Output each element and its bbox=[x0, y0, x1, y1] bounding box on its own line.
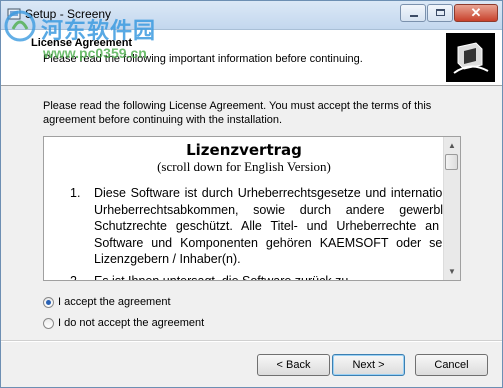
instructions-text: Please read the following License Agreem… bbox=[43, 100, 432, 126]
maximize-button[interactable] bbox=[427, 4, 453, 22]
footer-divider bbox=[1, 340, 502, 342]
setup-window: Setup - Screeny ✕ License Agreement Plea… bbox=[0, 0, 503, 388]
license-scrollbar[interactable]: ▲ ▼ bbox=[443, 137, 460, 280]
accept-radio[interactable] bbox=[43, 296, 54, 308]
setup-app-icon bbox=[7, 8, 21, 20]
wizard-header: License Agreement Please read the follow… bbox=[1, 30, 502, 86]
back-button[interactable]: < Back bbox=[257, 354, 330, 376]
window-controls: ✕ bbox=[400, 4, 498, 24]
close-icon: ✕ bbox=[470, 5, 482, 20]
next-button[interactable]: Next > bbox=[332, 354, 405, 376]
window-title: Setup - Screeny bbox=[25, 7, 112, 21]
decline-option[interactable]: I do not accept the agreement bbox=[43, 317, 204, 329]
cancel-button[interactable]: Cancel bbox=[415, 354, 488, 376]
close-button[interactable]: ✕ bbox=[454, 4, 498, 22]
minimize-button[interactable] bbox=[400, 4, 426, 22]
page-subtitle: Please read the following important info… bbox=[43, 53, 363, 65]
minimize-icon bbox=[410, 15, 418, 17]
license-subheading: (scroll down for English Version) bbox=[157, 159, 331, 174]
maximize-icon bbox=[436, 9, 445, 16]
decline-radio[interactable] bbox=[43, 317, 54, 329]
license-item-text: Es ist Ihnen untersagt, die Software zur… bbox=[94, 274, 349, 281]
license-textbox[interactable]: Lizenzvertrag (scroll down for English V… bbox=[43, 136, 461, 281]
installer-logo-icon bbox=[446, 33, 495, 82]
title-bar[interactable]: Setup - Screeny ✕ bbox=[1, 1, 502, 30]
accept-label[interactable]: I accept the agreement bbox=[58, 296, 171, 308]
page-title: License Agreement bbox=[31, 37, 133, 49]
decline-label[interactable]: I do not accept the agreement bbox=[58, 317, 204, 329]
license-item-text: Diese Software ist durch Urheberrechtsge… bbox=[94, 186, 461, 266]
scroll-down-arrow-icon[interactable]: ▼ bbox=[444, 263, 460, 280]
license-item-number: 2. bbox=[70, 274, 81, 281]
license-item-number: 1. bbox=[70, 186, 81, 200]
license-heading: Lizenzvertrag bbox=[186, 141, 302, 159]
scroll-up-arrow-icon[interactable]: ▲ bbox=[444, 137, 460, 154]
accept-option[interactable]: I accept the agreement bbox=[43, 296, 171, 308]
scroll-thumb[interactable] bbox=[445, 154, 458, 170]
